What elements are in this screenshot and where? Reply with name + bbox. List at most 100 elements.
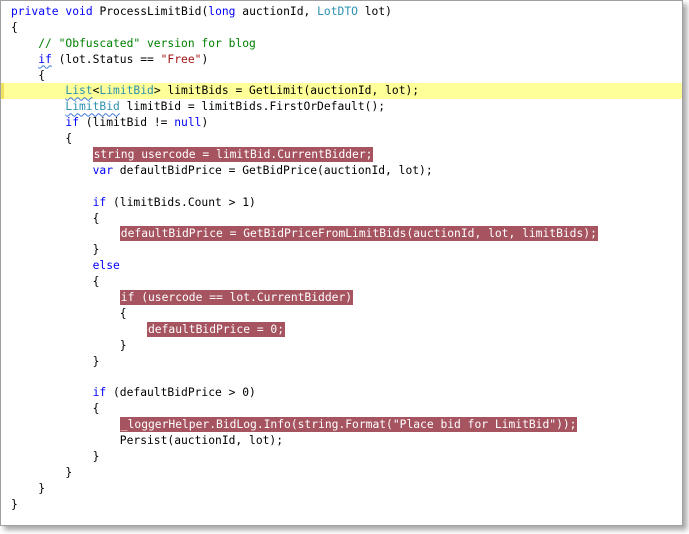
code-token: (limitBids.Count > 1) (106, 195, 256, 209)
code-line-content: } (93, 354, 100, 370)
code-line: if (defaultBidPrice > 0) (1, 385, 682, 401)
code-line-content: defaultBidPrice = 0; (147, 321, 286, 338)
code-token: private (11, 5, 59, 18)
code-line-content: { (65, 131, 72, 147)
code-token: defaultBidPrice = 0; (148, 322, 285, 336)
code-line-content: if (defaultBidPrice > 0) (93, 385, 256, 401)
code-line-content: if (lot.Status == "Free") (38, 52, 208, 68)
code-line-content: // "Obfuscated" version for blog (38, 36, 256, 52)
code-line: { (1, 211, 682, 227)
code-token: } (11, 497, 18, 511)
code-line: var defaultBidPrice = GetBidPrice(auctio… (1, 163, 682, 179)
code-token: void (65, 5, 93, 18)
code-token: List (65, 84, 93, 98)
code-line-content: { (11, 20, 18, 36)
code-line: if (lot.Status == "Free") (1, 52, 682, 68)
code-line-content: defaultBidPrice = GetBidPriceFromLimitBi… (119, 226, 598, 242)
code-token: Persist(auctionId, lot); (119, 434, 284, 448)
code-token: { (92, 275, 100, 289)
code-token: ) (201, 116, 209, 130)
code-line-content: { (93, 211, 100, 227)
code-line-content: } (38, 481, 45, 497)
breakpoint-highlight: _loggerHelper.BidLog.Info(string.Format(… (119, 417, 578, 433)
code-token: limitBid = limitBids.FirstOrDefault(); (119, 100, 386, 114)
code-line: if (limitBid != null) (1, 115, 682, 131)
code-line-content: private void ProcessLimitBid(long auctio… (11, 4, 392, 20)
code-line-content: string usercode = limitBid.CurrentBidder… (92, 147, 374, 163)
code-line: // "Obfuscated" version for blog (1, 36, 682, 52)
code-line-content: Persist(auctionId, lot); (120, 433, 283, 449)
code-token: { (65, 132, 73, 146)
code-line-content: { (93, 274, 100, 290)
code-token: if (usercode == lot.CurrentBidder) (120, 291, 353, 305)
code-line-content: } (93, 449, 100, 465)
code-line-content: List<LimitBid> limitBids = GetLimit(auct… (65, 83, 419, 99)
code-line: LimitBid limitBid = limitBids.FirstOrDef… (1, 99, 682, 115)
code-token: LotDTO (317, 5, 358, 18)
code-token: { (38, 68, 45, 82)
code-line: else (1, 258, 682, 274)
code-token: // "Obfuscated" version for blog (38, 36, 256, 50)
code-token: { (92, 211, 100, 225)
code-line: if (usercode == lot.CurrentBidder) (1, 290, 682, 306)
code-token: defaultBidPrice = GetBidPriceFromLimitBi… (120, 227, 597, 241)
code-line: } (1, 338, 682, 354)
breakpoint-highlight: if (usercode == lot.CurrentBidder) (119, 290, 354, 306)
code-line: { (1, 401, 682, 417)
code-line: string usercode = limitBid.CurrentBidder… (1, 147, 682, 163)
code-editor[interactable]: private void ProcessLimitBid(long auctio… (1, 4, 682, 513)
code-line-content: else (93, 258, 120, 274)
code-token: var (92, 163, 113, 177)
code-token: { (119, 306, 127, 320)
code-token: { (92, 402, 100, 416)
code-token: "Free" (160, 52, 202, 66)
code-token: lot) (357, 5, 392, 18)
code-line: { (1, 68, 682, 84)
code-line-content: _loggerHelper.BidLog.Info(string.Format(… (119, 417, 578, 433)
code-line-content: { (120, 306, 127, 322)
code-token: > limitBids = GetLimit(auctionId, lot); (153, 84, 420, 98)
code-token: LimitBid (65, 100, 120, 114)
code-line: { (1, 20, 682, 36)
code-line: } (1, 242, 682, 258)
code-token: ) (201, 52, 209, 66)
code-line-content: if (limitBid != null) (65, 115, 208, 131)
code-line-content: if (usercode == lot.CurrentBidder) (119, 290, 354, 306)
code-line-content: } (11, 497, 18, 513)
code-line: } (1, 354, 682, 370)
code-line: } (1, 449, 682, 465)
code-token: } (92, 449, 100, 463)
code-token: auctionId, (235, 5, 318, 18)
code-token: _loggerHelper.BidLog.Info(string.Format(… (120, 418, 577, 432)
code-line: { (1, 274, 682, 290)
code-line: private void ProcessLimitBid(long auctio… (1, 4, 682, 20)
code-token: LimitBid (99, 84, 154, 98)
code-token: { (11, 20, 18, 34)
code-token: string usercode = limitBid.CurrentBidder… (93, 148, 373, 162)
code-token: } (92, 354, 100, 368)
code-token: (defaultBidPrice > 0) (106, 386, 256, 400)
code-token: if (38, 52, 52, 66)
screenshot-frame: private void ProcessLimitBid(long auctio… (0, 0, 683, 526)
code-line: _loggerHelper.BidLog.Info(string.Format(… (1, 417, 682, 433)
code-token: } (92, 243, 100, 257)
code-line: { (1, 131, 682, 147)
breakpoint-highlight: string usercode = limitBid.CurrentBidder… (92, 147, 374, 163)
code-line: if (limitBids.Count > 1) (1, 195, 682, 211)
code-line: defaultBidPrice = 0; (1, 321, 682, 338)
code-token: defaultBidPrice = GetBidPrice(auctionId,… (113, 163, 433, 177)
code-line: } (1, 481, 682, 497)
code-line-content: { (38, 68, 45, 84)
code-line-content: } (120, 338, 127, 354)
code-line-content: if (limitBids.Count > 1) (93, 195, 256, 211)
code-line: { (1, 306, 682, 322)
breakpoint-highlight: defaultBidPrice = 0; (147, 321, 286, 337)
code-token: (lot.Status == (51, 52, 161, 66)
code-line-content: { (93, 401, 100, 417)
breakpoint-highlight: defaultBidPrice = GetBidPriceFromLimitBi… (119, 226, 598, 242)
code-token: ProcessLimitBid( (92, 5, 209, 18)
code-token: if (92, 195, 107, 209)
code-token: if (65, 116, 79, 130)
